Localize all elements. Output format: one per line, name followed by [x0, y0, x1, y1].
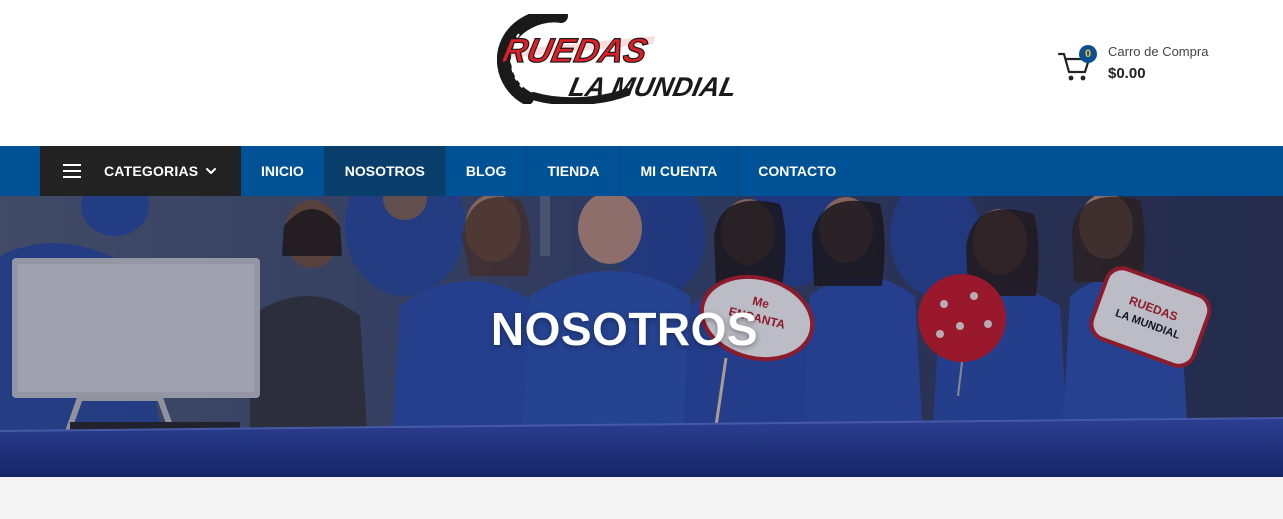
page: RUEDAS LA MUNDIAL 0 Carro de Compra $0.0…: [0, 0, 1283, 519]
page-title: NOSOTROS: [490, 303, 759, 355]
cart-label: Carro de Compra: [1108, 44, 1209, 59]
categories-menu-button[interactable]: CATEGORIAS: [40, 146, 241, 196]
nav-item-inicio[interactable]: INICIO: [241, 146, 325, 196]
nav-item-contacto[interactable]: CONTACTO: [738, 146, 856, 196]
site-logo[interactable]: RUEDAS LA MUNDIAL: [497, 14, 745, 104]
nav-item-tienda[interactable]: TIENDA: [527, 146, 621, 196]
hamburger-icon: [63, 164, 81, 178]
cart-count-badge: 0: [1079, 45, 1097, 63]
logo-graphic: RUEDAS LA MUNDIAL: [497, 14, 740, 104]
nav-item-nosotros[interactable]: NOSOTROS: [324, 146, 446, 196]
hero-banner: Me ENCANTA RUEDAS LA MUNDIAL NOSOTROS: [0, 196, 1283, 477]
main-menu: INICIO NOSOTROS BLOG TIENDA MI CUENTA CO…: [241, 146, 856, 196]
cart-widget[interactable]: 0 Carro de Compra $0.00: [1057, 42, 1227, 88]
nav-item-mi-cuenta[interactable]: MI CUENTA: [620, 146, 739, 196]
nav-item-blog[interactable]: BLOG: [446, 146, 528, 196]
logo-line2: LA MUNDIAL: [566, 71, 739, 102]
main-navbar: CATEGORIAS INICIO NOSOTROS BLOG TIENDA M…: [0, 146, 1283, 196]
logo-line1: RUEDAS: [499, 32, 651, 70]
cart-total: $0.00: [1108, 65, 1146, 82]
categories-label: CATEGORIAS: [104, 163, 199, 179]
chevron-down-icon: [206, 168, 217, 174]
site-header: RUEDAS LA MUNDIAL 0 Carro de Compra $0.0…: [0, 0, 1283, 146]
content-area: [0, 477, 1283, 519]
